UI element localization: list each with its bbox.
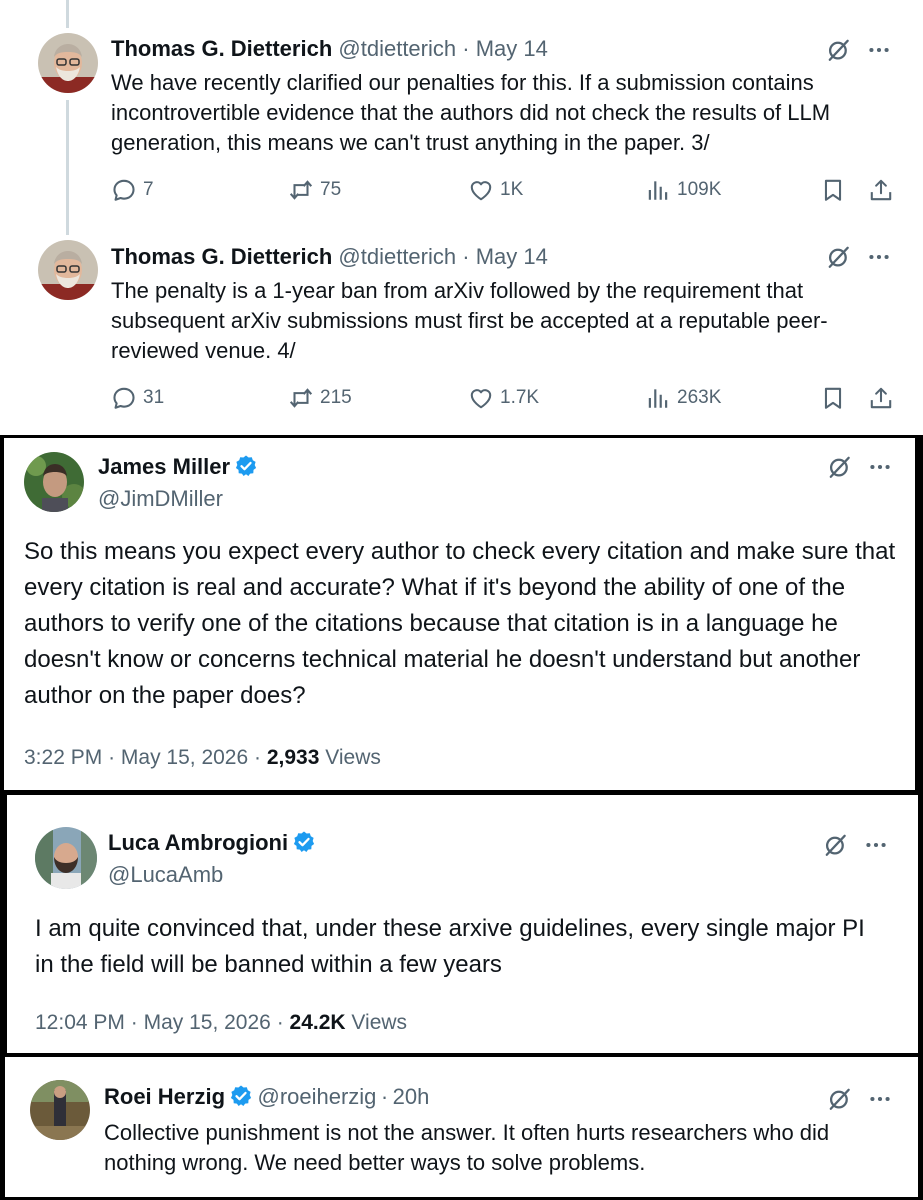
separator: · xyxy=(462,36,470,61)
like-count: 1.7K xyxy=(500,387,540,408)
tweet-date[interactable]: May 14 xyxy=(476,36,548,61)
avatar[interactable] xyxy=(38,240,98,300)
thread-line xyxy=(66,100,69,235)
repost-button[interactable]: 215 xyxy=(288,385,352,411)
reply-button[interactable]: 7 xyxy=(111,177,154,203)
views-label: Views xyxy=(351,1011,408,1034)
reply-count: 7 xyxy=(143,179,154,200)
separator: · xyxy=(254,746,262,769)
views-label: Views xyxy=(325,746,381,769)
views-icon xyxy=(645,177,671,203)
tweet-text: I am quite convinced that, under these a… xyxy=(35,915,865,978)
tweet-time[interactable]: 12:04 PM xyxy=(35,1011,125,1034)
views-icon xyxy=(645,385,671,411)
repost-icon xyxy=(288,177,314,203)
more-icon[interactable] xyxy=(866,244,892,270)
reply-icon xyxy=(111,177,137,203)
bookmark-icon[interactable] xyxy=(820,385,846,411)
tweet-header: Roei Herzig @roeiherzig · 20h xyxy=(104,1084,429,1110)
repost-icon xyxy=(288,385,314,411)
more-icon[interactable] xyxy=(866,37,892,63)
tweet-text: We have recently clarified our penalties… xyxy=(111,70,831,155)
views-count: 24.2K xyxy=(289,1011,346,1034)
author-handle[interactable]: @roeiherzig xyxy=(257,1084,376,1109)
views-count: 2,933 xyxy=(266,746,320,769)
avatar[interactable] xyxy=(30,1080,90,1140)
separator: · xyxy=(276,1011,284,1034)
tweet-meta: 3:22 PM · May 15, 2026 · 2,933 Views xyxy=(24,746,381,770)
avatar[interactable] xyxy=(38,33,98,93)
author-name[interactable]: Luca Ambrogioni xyxy=(108,830,288,855)
views-button[interactable]: 263K xyxy=(645,385,721,411)
separator: · xyxy=(462,244,470,269)
tweet-panel: Roei Herzig @roeiherzig · 20h Collective… xyxy=(5,1057,918,1197)
verified-badge-icon xyxy=(229,1084,253,1108)
repost-button[interactable]: 75 xyxy=(288,177,341,203)
author-row: James Miller xyxy=(98,454,258,480)
tweet-time[interactable]: 3:22 PM xyxy=(24,746,102,769)
reply-count: 31 xyxy=(143,387,165,408)
tweet-date[interactable]: May 15, 2026 xyxy=(121,746,248,769)
thread-panel: Thomas G. Dietterich @tdietterich · May … xyxy=(0,0,923,435)
views-button[interactable]: 109K xyxy=(645,177,721,203)
author-name[interactable]: Thomas G. Dietterich xyxy=(111,244,332,269)
separator: · xyxy=(130,1011,138,1034)
grok-icon[interactable] xyxy=(826,244,852,270)
grok-icon[interactable] xyxy=(827,454,853,480)
author-name[interactable]: Thomas G. Dietterich xyxy=(111,36,332,61)
author-row: Luca Ambrogioni xyxy=(108,830,316,856)
more-icon[interactable] xyxy=(863,832,889,858)
views-count: 263K xyxy=(677,387,722,408)
tweet-date[interactable]: May 14 xyxy=(476,244,548,269)
author-handle[interactable]: @tdietterich xyxy=(338,36,456,61)
repost-count: 215 xyxy=(320,387,352,408)
author-name[interactable]: James Miller xyxy=(98,454,230,479)
author-handle[interactable]: @LucaAmb xyxy=(108,862,223,888)
tweet-panel: James Miller @JimDMiller So this means y… xyxy=(4,438,915,790)
reply-icon xyxy=(111,385,137,411)
tweet-date[interactable]: 20h xyxy=(393,1084,430,1109)
tweet-text: Collective punishment is not the answer.… xyxy=(104,1120,830,1175)
author-name[interactable]: Roei Herzig xyxy=(104,1084,225,1109)
repost-count: 75 xyxy=(320,179,342,200)
tweet-date[interactable]: May 15, 2026 xyxy=(144,1011,271,1034)
avatar[interactable] xyxy=(24,452,84,512)
bookmark-icon[interactable] xyxy=(820,177,846,203)
thread-line xyxy=(66,0,69,28)
share-icon[interactable] xyxy=(868,385,894,411)
author-handle[interactable]: @tdietterich xyxy=(338,244,456,269)
separator: · xyxy=(380,1084,389,1109)
tweet-text: So this means you expect every author to… xyxy=(24,538,896,709)
separator: · xyxy=(108,746,116,769)
tweet-panel: Luca Ambrogioni @LucaAmb I am quite conv… xyxy=(7,795,918,1053)
grok-icon[interactable] xyxy=(823,832,849,858)
verified-badge-icon xyxy=(292,830,316,854)
grok-icon[interactable] xyxy=(826,37,852,63)
tweet-meta: 12:04 PM · May 15, 2026 · 24.2K Views xyxy=(35,1011,407,1035)
author-handle[interactable]: @JimDMiller xyxy=(98,486,223,512)
avatar[interactable] xyxy=(35,827,97,889)
like-button[interactable]: 1K xyxy=(468,177,523,203)
reply-button[interactable]: 31 xyxy=(111,385,164,411)
more-icon[interactable] xyxy=(867,454,893,480)
like-count: 1K xyxy=(500,179,524,200)
like-button[interactable]: 1.7K xyxy=(468,385,539,411)
more-icon[interactable] xyxy=(867,1086,893,1112)
tweet-header: Thomas G. Dietterich @tdietterich · May … xyxy=(111,36,548,62)
share-icon[interactable] xyxy=(868,177,894,203)
verified-badge-icon xyxy=(234,454,258,478)
tweet-header: Thomas G. Dietterich @tdietterich · May … xyxy=(111,244,548,270)
grok-icon[interactable] xyxy=(827,1086,853,1112)
like-icon xyxy=(468,177,494,203)
like-icon xyxy=(468,385,494,411)
views-count: 109K xyxy=(677,179,722,200)
tweet-text: The penalty is a 1-year ban from arXiv f… xyxy=(111,278,828,363)
